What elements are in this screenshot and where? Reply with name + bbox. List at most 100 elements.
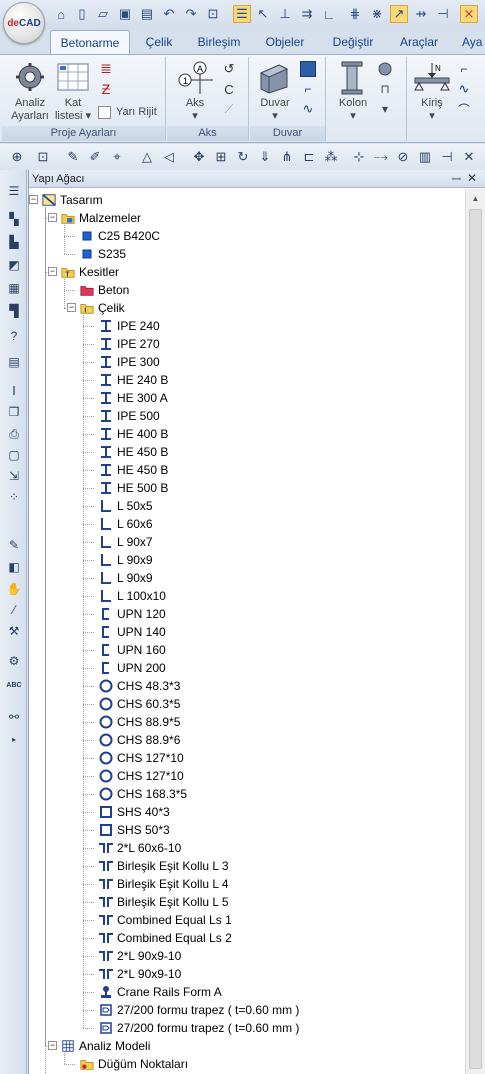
beam-joint-icon[interactable]: ⌐ <box>456 61 472 77</box>
tree-node[interactable]: 2*L 90x9-10 <box>99 947 181 965</box>
tree-node[interactable]: CHS 88.9*5 <box>99 713 180 731</box>
tree-node[interactable]: HE 500 B <box>99 479 168 497</box>
arc-axis-icon[interactable]: ↺ <box>221 61 237 77</box>
tree-node[interactable]: L 60x6 <box>99 515 153 533</box>
tree-expander[interactable]: − <box>67 303 76 312</box>
tree-node[interactable]: Analiz Modeli <box>61 1037 150 1055</box>
tree-node[interactable]: CHS 60.3*5 <box>99 695 180 713</box>
circle-axis-icon[interactable]: C <box>221 81 237 97</box>
tree-node[interactable]: HE 450 B <box>99 461 168 479</box>
report-icon[interactable]: ▤ <box>5 353 23 371</box>
app-menu-button[interactable]: de CAD <box>3 2 45 44</box>
section-props-icon[interactable]: ▚ <box>5 210 23 228</box>
tree-node[interactable]: 27/200 formu trapez ( t=0.60 mm ) <box>99 1019 299 1037</box>
tree-expander[interactable]: − <box>48 1041 57 1050</box>
circular-column-icon[interactable] <box>377 61 393 77</box>
tree-node[interactable]: 27/200 formu trapez ( t=0.60 mm ) <box>99 1001 299 1019</box>
zoom-icon[interactable]: ⊕ <box>8 148 26 166</box>
tab-objeler[interactable]: Objeler <box>256 30 314 54</box>
tree-node[interactable]: L 100x10 <box>99 587 166 605</box>
tree-expander[interactable]: − <box>29 195 38 204</box>
scrollbar-thumb[interactable] <box>469 209 482 1069</box>
tree-node[interactable]: I Çelik <box>80 299 125 317</box>
tree-node[interactable]: Malzemeler <box>61 209 141 227</box>
tree-expander[interactable]: − <box>48 213 57 222</box>
tree-node[interactable]: Birleşik Eşit Kollu L 3 <box>99 857 229 875</box>
copy-move-icon[interactable]: ⊞ <box>212 148 230 166</box>
panel-icon[interactable]: ◧ <box>5 558 23 576</box>
wall-icon[interactable] <box>256 60 292 96</box>
tree-node[interactable]: S235 <box>80 245 126 263</box>
tree-node[interactable]: CHS 48.3*3 <box>99 677 180 695</box>
tree-node[interactable]: L 90x9 <box>99 551 153 569</box>
tree-node[interactable]: Birleşik Eşit Kollu L 5 <box>99 893 229 911</box>
pin-icon[interactable]: ꟷ <box>452 172 461 187</box>
tree-node[interactable]: T Kesitler <box>61 263 119 281</box>
close-icon[interactable]: ✕ <box>467 171 477 185</box>
beam-curve-icon[interactable]: ∿ <box>456 81 472 97</box>
hand-icon[interactable]: ✋ <box>5 580 23 598</box>
frame-icon[interactable]: ▦ <box>5 279 23 297</box>
ortho-icon[interactable]: ∟ <box>320 5 338 23</box>
structure-tree-icon[interactable]: ☰ <box>5 182 23 200</box>
endpoint-snap-icon[interactable]: ⊣ <box>434 5 452 23</box>
tree-node[interactable]: CHS 168.3*5 <box>99 785 187 803</box>
wall-join-icon[interactable]: ⌐ <box>300 81 316 97</box>
scroll-up-icon[interactable]: ▲ <box>468 191 483 206</box>
home-icon[interactable]: ⌂ <box>52 5 70 23</box>
tree-node[interactable]: CHS 127*10 <box>99 767 184 785</box>
aks-button[interactable]: Aks ▾ <box>177 97 213 123</box>
split-icon[interactable]: ⊣ <box>438 148 456 166</box>
tree-node[interactable]: IPE 240 <box>99 317 160 335</box>
move-icon[interactable]: ✥ <box>190 148 208 166</box>
tree-node[interactable]: SHS 40*3 <box>99 803 170 821</box>
slash-icon[interactable]: ⁄ <box>5 601 23 619</box>
beam-icon[interactable]: N <box>412 61 452 95</box>
curtain-wall-icon[interactable] <box>300 61 316 77</box>
tree-node[interactable]: UPN 200 <box>99 659 166 677</box>
layers-icon[interactable]: ☰ <box>233 5 251 23</box>
chart-icon[interactable]: ▥ <box>416 148 434 166</box>
auto-abc-icon[interactable]: ABC <box>5 676 23 694</box>
rotate-icon[interactable]: ↻ <box>234 148 252 166</box>
tree-node[interactable]: Combined Equal Ls 1 <box>99 911 232 929</box>
tree-node[interactable]: HE 240 B <box>99 371 168 389</box>
tree-node[interactable]: IPE 270 <box>99 335 160 353</box>
triangle-icon[interactable]: △ <box>138 148 156 166</box>
column-base-icon[interactable]: ▾ <box>377 101 393 117</box>
beam-arc-icon[interactable]: ⌒ <box>456 101 472 117</box>
column-cap-icon[interactable]: ⊓ <box>377 81 393 97</box>
help-icon[interactable]: ? <box>5 327 23 345</box>
tree-node[interactable]: C25 B420C <box>80 227 160 245</box>
tab-celik[interactable]: Çelik <box>134 30 184 54</box>
snap-parallel-icon[interactable]: ⇉ <box>298 5 316 23</box>
new-file-icon[interactable]: ▯ <box>73 5 91 23</box>
section-i-icon[interactable]: Ⅰ <box>5 382 23 400</box>
tree-node[interactable]: Düğüm Noktaları <box>80 1055 188 1073</box>
tree-expander[interactable]: − <box>48 267 57 276</box>
axis-icon[interactable]: A1 <box>175 60 215 96</box>
tab-araclar[interactable]: Araçlar <box>390 30 448 54</box>
tree-node[interactable]: Beton <box>80 281 129 299</box>
axis-edit-icon[interactable]: ⟋ <box>221 101 237 117</box>
tree-node[interactable]: UPN 140 <box>99 623 166 641</box>
gear-icon[interactable] <box>14 61 46 93</box>
duvar-button[interactable]: Duvar ▾ <box>254 97 296 123</box>
copy-icon[interactable]: ❐ <box>5 403 23 421</box>
load-icon[interactable]: ▙ <box>5 233 23 251</box>
vertical-scrollbar[interactable]: ▲ <box>465 189 485 1074</box>
analiz-ayarlari-button[interactable]: Analiz Ayarları <box>4 97 56 123</box>
open-file-icon[interactable]: ▱ <box>94 5 112 23</box>
intersection-snap-icon[interactable]: ⨯ <box>460 5 478 23</box>
polygon-icon[interactable]: ◁ <box>160 148 178 166</box>
redo-icon[interactable]: ↷ <box>182 5 200 23</box>
array-icon[interactable]: ⁂ <box>322 148 340 166</box>
tab-birlesim[interactable]: Birleşim <box>190 30 248 54</box>
extend-icon[interactable]: ⤍ <box>372 148 390 166</box>
trim-icon[interactable]: ⊹ <box>350 148 368 166</box>
tree-node[interactable]: L 90x7 <box>99 533 153 551</box>
tree-node[interactable]: UPN 160 <box>99 641 166 659</box>
paste-icon[interactable]: ▢ <box>5 446 23 464</box>
tag-icon[interactable]: ⌖ <box>108 148 126 166</box>
print-icon[interactable]: ⎙ <box>5 425 23 443</box>
